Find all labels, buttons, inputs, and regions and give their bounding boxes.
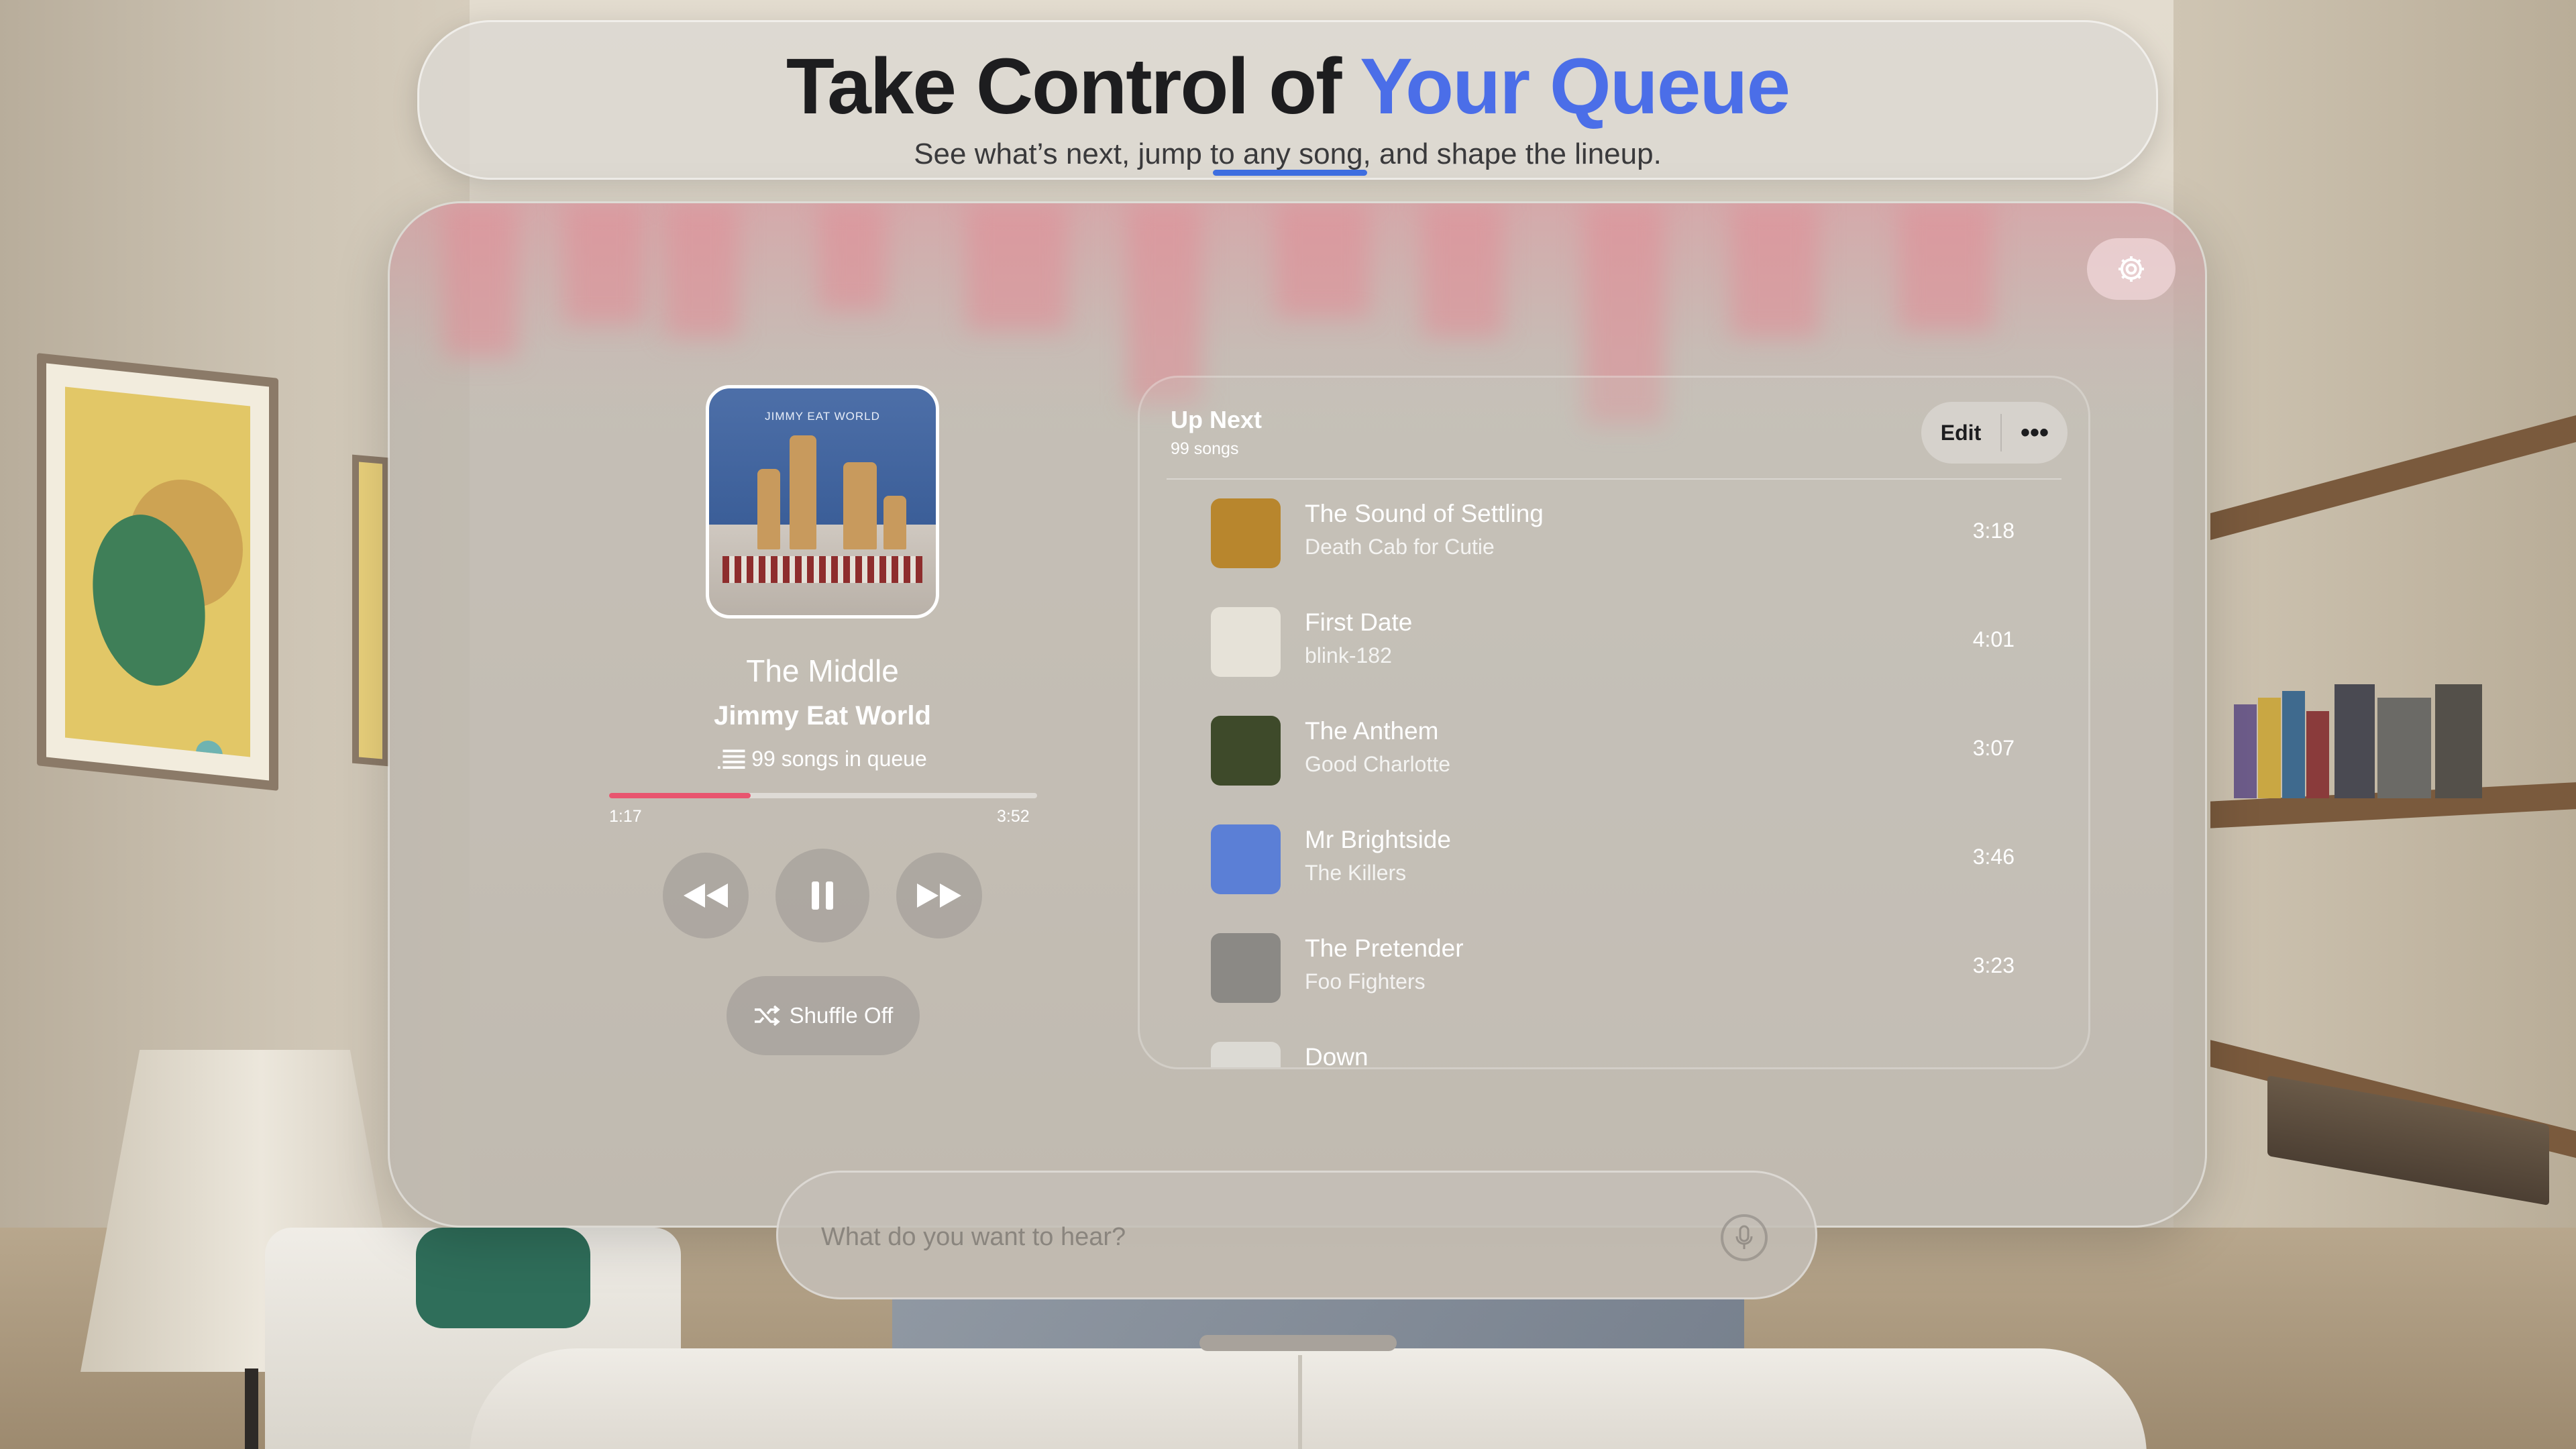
edit-button[interactable]: Edit xyxy=(1921,421,2000,445)
song-title: Mr Brightside xyxy=(1305,826,1451,853)
album-art-text: JIMMY EAT WORLD xyxy=(765,410,880,423)
up-next-title: Up Next xyxy=(1171,406,1263,433)
banner-underline xyxy=(1213,170,1367,176)
queue-count-label: 99 songs in queue xyxy=(751,747,927,771)
song-artwork xyxy=(1211,716,1281,786)
song-artwork xyxy=(1211,824,1281,894)
gear-icon xyxy=(2118,256,2144,282)
queue-row[interactable]: The Pretender Foo Fighters 3:23 xyxy=(1140,920,2088,1028)
song-title: First Date xyxy=(1305,608,1413,636)
song-title: Down xyxy=(1305,1043,1368,1067)
settings-button[interactable] xyxy=(2087,238,2176,300)
queue-row[interactable]: Mr Brightside The Killers 3:46 xyxy=(1140,811,2088,920)
song-duration: 3:23 xyxy=(1972,953,2015,977)
song-artist: The Killers xyxy=(1305,861,1407,885)
pause-button[interactable] xyxy=(775,849,869,943)
song-duration: 4:01 xyxy=(1972,627,2015,651)
microphone-button[interactable] xyxy=(1721,1214,1768,1261)
song-duration: 3:18 xyxy=(1972,519,2015,543)
queue-count[interactable]: 99 songs in queue xyxy=(390,747,1255,771)
books xyxy=(2234,684,2489,798)
album-art[interactable]: JIMMY EAT WORLD xyxy=(706,385,939,619)
song-title: The Sound of Settling xyxy=(1305,500,1544,527)
song-artist: Foo Fighters xyxy=(1305,969,1426,994)
song-artist: Good Charlotte xyxy=(1305,752,1451,776)
more-options-button[interactable]: ••• xyxy=(2002,418,2068,448)
now-playing-title: The Middle xyxy=(746,653,899,688)
rewind-icon xyxy=(684,883,728,908)
fast-forward-icon xyxy=(917,883,961,908)
song-artwork xyxy=(1211,498,1281,568)
music-window: JIMMY EAT WORLD The Middle Jimmy Eat Wor… xyxy=(388,201,2207,1228)
home-indicator[interactable] xyxy=(1199,1335,1397,1351)
elapsed-time: 1:17 xyxy=(609,807,642,826)
progress-fill xyxy=(609,793,751,798)
wall-art xyxy=(37,353,278,791)
header-banner: Take Control of Your Queue See what’s ne… xyxy=(417,20,2158,180)
progress-bar[interactable] xyxy=(609,793,1037,798)
queue-list: The Sound of Settling Death Cab for Cutie… xyxy=(1140,485,2088,1067)
queue-row[interactable]: The Anthem Good Charlotte 3:07 xyxy=(1140,702,2088,811)
banner-title: Take Control of Your Queue xyxy=(786,42,1790,131)
now-playing-artist[interactable]: Jimmy Eat World xyxy=(390,701,1255,731)
up-next-actions: Edit ••• xyxy=(1921,402,2068,464)
rewind-button[interactable] xyxy=(663,853,749,938)
song-artist: blink-182 xyxy=(1305,643,1392,667)
queue-row[interactable]: The Sound of Settling Death Cab for Cutie… xyxy=(1140,485,2088,594)
shuffle-icon xyxy=(754,1005,780,1026)
list-icon xyxy=(718,749,745,769)
total-time: 3:52 xyxy=(997,807,1030,826)
song-artwork xyxy=(1211,933,1281,1003)
queue-row[interactable]: First Date blink-182 4:01 xyxy=(1140,594,2088,702)
song-artist: Death Cab for Cutie xyxy=(1305,535,1495,559)
fast-forward-button[interactable] xyxy=(896,853,982,938)
song-duration: 3:46 xyxy=(1972,845,2015,869)
shuffle-button[interactable]: Shuffle Off xyxy=(727,976,920,1055)
up-next-count: 99 songs xyxy=(1171,439,1239,458)
sofa-front xyxy=(470,1348,2147,1449)
song-duration: 3:07 xyxy=(1972,736,2015,760)
pillow xyxy=(416,1228,590,1328)
shuffle-label: Shuffle Off xyxy=(789,1003,894,1028)
search-bar xyxy=(776,1171,1817,1299)
wall-art-small xyxy=(352,454,389,767)
up-next-panel: Up Next 99 songs Edit ••• The Sound of S… xyxy=(1138,376,2090,1069)
song-artwork xyxy=(1211,607,1281,677)
banner-subtitle: See what’s next, jump to any song, and s… xyxy=(914,138,1662,170)
search-input[interactable] xyxy=(820,1213,1695,1261)
song-title: The Anthem xyxy=(1305,717,1439,745)
queue-row[interactable]: Down xyxy=(1140,1028,2088,1067)
pause-icon xyxy=(812,881,833,910)
song-title: The Pretender xyxy=(1305,934,1464,962)
banner-title-accent: Your Queue xyxy=(1360,42,1790,131)
song-artwork xyxy=(1211,1042,1281,1067)
divider xyxy=(1167,478,2061,480)
microphone-icon xyxy=(1735,1225,1753,1249)
